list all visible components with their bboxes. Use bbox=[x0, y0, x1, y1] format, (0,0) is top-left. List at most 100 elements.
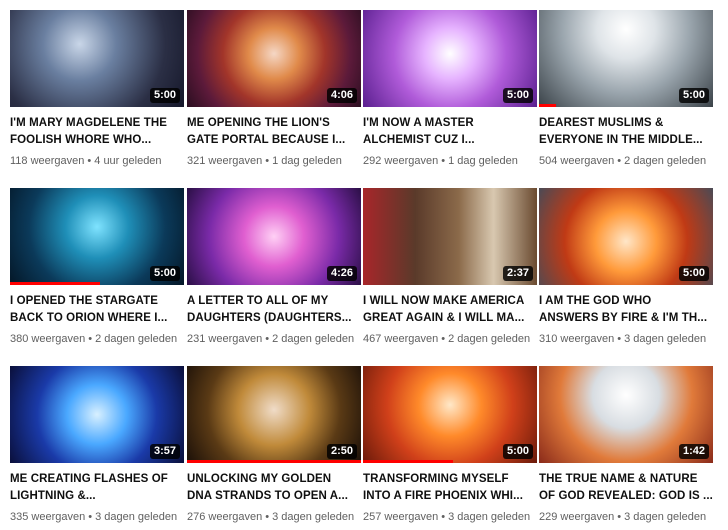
video-title[interactable]: I OPENED THE STARGATE BACK TO ORION WHERE… bbox=[10, 293, 184, 327]
video-meta: 380 weergaven • 2 dagen geleden bbox=[10, 332, 184, 346]
separator-dot: • bbox=[265, 333, 270, 345]
view-count: 231 weergaven bbox=[187, 333, 263, 345]
video-title-line: I AM THE GOD WHO bbox=[539, 295, 652, 307]
duration-badge: 4:06 bbox=[326, 88, 357, 103]
video-title[interactable]: THE TRUE NAME & NATURE OF GOD REVEALED: G… bbox=[539, 471, 713, 505]
upload-age: 2 dagen geleden bbox=[624, 155, 707, 167]
video-thumbnail[interactable]: 5:00 bbox=[539, 188, 713, 285]
video-thumbnail[interactable]: 3:57 bbox=[10, 366, 184, 463]
video-card[interactable]: 2:37 I WILL NOW MAKE AMERICA GREAT AGAIN &… bbox=[363, 188, 537, 346]
video-title[interactable]: I AM THE GOD WHO ANSWERS BY FIRE & I'M TH… bbox=[539, 293, 713, 327]
duration-badge: 1:42 bbox=[678, 444, 709, 459]
video-thumbnail[interactable]: 5:00 bbox=[10, 188, 184, 285]
watch-progress-bar bbox=[363, 460, 454, 463]
separator-dot: • bbox=[441, 511, 446, 523]
video-title-line: ME CREATING FLASHES OF bbox=[10, 473, 168, 485]
video-title[interactable]: A LETTER TO ALL OF MY DAUGHTERS (DAUGHTER… bbox=[187, 293, 361, 327]
duration-badge: 2:37 bbox=[502, 266, 533, 281]
view-count: 504 weergaven bbox=[539, 155, 615, 167]
separator-dot: • bbox=[617, 511, 622, 523]
duration-badge: 2:50 bbox=[326, 444, 357, 459]
video-title[interactable]: I'M NOW A MASTER ALCHEMIST CUZ I... bbox=[363, 115, 537, 149]
separator-dot: • bbox=[87, 155, 92, 167]
upload-age: 3 dagen geleden bbox=[448, 511, 531, 523]
video-meta: 276 weergaven • 3 dagen geleden bbox=[187, 510, 361, 524]
duration-badge: 5:00 bbox=[678, 266, 709, 281]
video-title[interactable]: TRANSFORMING MYSELF INTO A FIRE PHOENIX W… bbox=[363, 471, 537, 505]
video-thumbnail[interactable]: 5:00 bbox=[363, 366, 537, 463]
separator-dot: • bbox=[441, 155, 446, 167]
video-card[interactable]: 5:00 I'M NOW A MASTER ALCHEMIST CUZ I... 29… bbox=[363, 10, 537, 168]
video-title-line: I'M MARY MAGDELENE THE bbox=[10, 117, 167, 129]
video-title[interactable]: DEAREST MUSLIMS & EVERYONE IN THE MIDDLE.… bbox=[539, 115, 713, 149]
video-meta: 292 weergaven • 1 dag geleden bbox=[363, 154, 537, 168]
video-title-line: DNA STRANDS TO OPEN A... bbox=[187, 490, 349, 502]
watch-progress-bar bbox=[539, 104, 557, 107]
upload-age: 1 dag geleden bbox=[272, 155, 342, 167]
video-title[interactable]: I'M MARY MAGDELENE THE FOOLISH WHORE WHO.… bbox=[10, 115, 184, 149]
view-count: 118 weergaven bbox=[10, 155, 85, 167]
watch-progress-bar bbox=[10, 282, 101, 285]
view-count: 292 weergaven bbox=[363, 155, 439, 167]
video-title-line: LIGHTNING &... bbox=[10, 490, 96, 502]
video-thumbnail[interactable]: 2:50 bbox=[187, 366, 361, 463]
view-count: 467 weergaven bbox=[363, 333, 439, 345]
view-count: 321 weergaven bbox=[187, 155, 263, 167]
video-title-line: A LETTER TO ALL OF MY bbox=[187, 295, 329, 307]
video-thumbnail[interactable]: 4:06 bbox=[187, 10, 361, 107]
video-title[interactable]: UNLOCKING MY GOLDEN DNA STRANDS TO OPEN A… bbox=[187, 471, 361, 505]
video-title-line: TRANSFORMING MYSELF bbox=[363, 473, 509, 485]
video-card[interactable]: 4:06 ME OPENING THE LION'S GATE PORTAL BEC… bbox=[187, 10, 361, 168]
video-thumbnail[interactable]: 5:00 bbox=[363, 10, 537, 107]
video-card[interactable]: 5:00 I AM THE GOD WHO ANSWERS BY FIRE & I'… bbox=[539, 188, 713, 346]
video-thumbnail[interactable]: 1:42 bbox=[539, 366, 713, 463]
view-count: 380 weergaven bbox=[10, 333, 86, 345]
video-title-line: UNLOCKING MY GOLDEN bbox=[187, 473, 332, 485]
video-meta: 310 weergaven • 3 dagen geleden bbox=[539, 332, 713, 346]
video-card[interactable]: 2:50 UNLOCKING MY GOLDEN DNA STRANDS TO OP… bbox=[187, 366, 361, 524]
duration-badge: 5:00 bbox=[502, 444, 533, 459]
watch-progress-bar bbox=[187, 460, 361, 463]
video-title-line: INTO A FIRE PHOENIX WHI... bbox=[363, 490, 523, 502]
video-grid: 5:00 I'M MARY MAGDELENE THE FOOLISH WHORE … bbox=[0, 0, 728, 530]
view-count: 335 weergaven bbox=[10, 511, 86, 523]
video-card[interactable]: 1:42 THE TRUE NAME & NATURE OF GOD REVEALE… bbox=[539, 366, 713, 524]
video-card[interactable]: 4:26 A LETTER TO ALL OF MY DAUGHTERS (DAUG… bbox=[187, 188, 361, 346]
duration-badge: 5:00 bbox=[502, 88, 533, 103]
separator-dot: • bbox=[265, 155, 270, 167]
video-title-line: DAUGHTERS (DAUGHTERS... bbox=[187, 312, 352, 324]
video-card[interactable]: 5:00 I'M MARY MAGDELENE THE FOOLISH WHORE … bbox=[10, 10, 184, 168]
view-count: 229 weergaven bbox=[539, 511, 615, 523]
video-title-line: ALCHEMIST CUZ I... bbox=[363, 134, 475, 146]
video-title[interactable]: ME OPENING THE LION'S GATE PORTAL BECAUSE… bbox=[187, 115, 361, 149]
duration-badge: 5:00 bbox=[149, 266, 180, 281]
video-title[interactable]: ME CREATING FLASHES OF LIGHTNING &... bbox=[10, 471, 184, 505]
video-title-line: DEAREST MUSLIMS & bbox=[539, 117, 664, 129]
upload-age: 3 dagen geleden bbox=[95, 511, 178, 523]
view-count: 257 weergaven bbox=[363, 511, 439, 523]
video-card[interactable]: 5:00 TRANSFORMING MYSELF INTO A FIRE PHOEN… bbox=[363, 366, 537, 524]
separator-dot: • bbox=[617, 155, 622, 167]
video-title-line: I'M NOW A MASTER bbox=[363, 117, 474, 129]
separator-dot: • bbox=[617, 333, 622, 345]
video-title-line: I WILL NOW MAKE AMERICA bbox=[363, 295, 525, 307]
video-title[interactable]: I WILL NOW MAKE AMERICA GREAT AGAIN & I W… bbox=[363, 293, 537, 327]
video-meta: 229 weergaven • 3 dagen geleden bbox=[539, 510, 713, 524]
video-meta: 231 weergaven • 2 dagen geleden bbox=[187, 332, 361, 346]
video-card[interactable]: 5:00 DEAREST MUSLIMS & EVERYONE IN THE MID… bbox=[539, 10, 713, 168]
video-card[interactable]: 3:57 ME CREATING FLASHES OF LIGHTNING &...… bbox=[10, 366, 184, 524]
upload-age: 4 uur geleden bbox=[94, 155, 162, 167]
video-card[interactable]: 5:00 I OPENED THE STARGATE BACK TO ORION W… bbox=[10, 188, 184, 346]
video-title-line: GREAT AGAIN & I WILL MA... bbox=[363, 312, 525, 324]
video-meta: 504 weergaven • 2 dagen geleden bbox=[539, 154, 713, 168]
video-title-line: GATE PORTAL BECAUSE I... bbox=[187, 134, 346, 146]
video-thumbnail[interactable]: 4:26 bbox=[187, 188, 361, 285]
video-thumbnail[interactable]: 2:37 bbox=[363, 188, 537, 285]
video-thumbnail[interactable]: 5:00 bbox=[539, 10, 713, 107]
video-thumbnail[interactable]: 5:00 bbox=[10, 10, 184, 107]
view-count: 276 weergaven bbox=[187, 511, 263, 523]
video-title-line: ME OPENING THE LION'S bbox=[187, 117, 330, 129]
upload-age: 1 dag geleden bbox=[448, 155, 518, 167]
duration-badge: 4:26 bbox=[326, 266, 357, 281]
video-title-line: BACK TO ORION WHERE I... bbox=[10, 312, 168, 324]
